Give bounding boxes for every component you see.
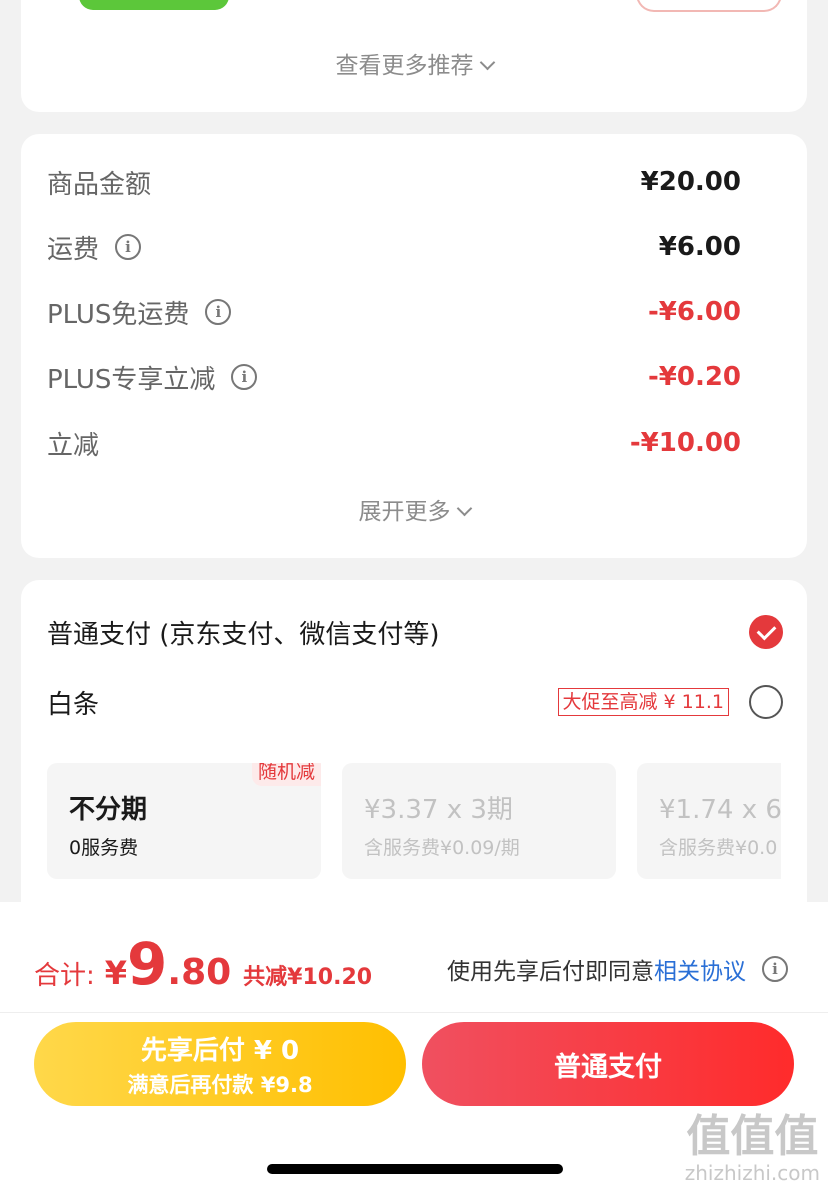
summary-value: ¥6.00 <box>658 232 741 262</box>
installment-plans: 随机减 不分期 0服务费 ¥3.37 x 3期 含服务费¥0.09/期 ¥1.7… <box>47 763 781 881</box>
chevron-down-icon <box>479 54 495 71</box>
total-integer: 9 <box>127 930 168 998</box>
summary-row-shipping: 运费 i ¥6.00 <box>47 227 741 267</box>
summary-label: PLUS免运费 <box>47 299 190 330</box>
total-amount: 合计: ¥ 9 .80 共减¥10.20 <box>34 930 372 998</box>
payment-option-label: 白条 <box>47 689 100 720</box>
normal-pay-button[interactable]: 普通支付 <box>422 1022 794 1106</box>
plan-title: ¥1.74 x 6期 <box>659 795 781 825</box>
payment-option-baitiao[interactable]: 白条 大促至高减 ¥ 11.1 <box>47 680 783 724</box>
total-saved: 共减¥10.20 <box>243 965 373 990</box>
product-price-fragment <box>281 0 441 2</box>
price-summary-card: 商品金额 ¥20.00 运费 i ¥6.00 PLUS免运费 i -¥6.00 PL… <box>21 134 807 558</box>
add-to-cart-button[interactable] <box>636 0 782 12</box>
total-currency: ¥ <box>104 954 128 992</box>
chevron-down-icon <box>456 500 472 517</box>
summary-row-plus-free-shipping: PLUS免运费 i -¥6.00 <box>47 292 741 332</box>
more-recommend-link[interactable]: 查看更多推荐 <box>21 46 807 80</box>
checked-icon[interactable] <box>749 615 783 649</box>
plan-subtitle: 含服务费¥0.09/期 <box>364 837 520 859</box>
plan-badge: 随机减 <box>251 763 321 786</box>
info-icon[interactable]: i <box>205 299 232 325</box>
checkout-bar: 合计: ¥ 9 .80 共减¥10.20 使用先享后付即同意 相关协议 i 先享… <box>0 902 828 1192</box>
home-indicator[interactable] <box>267 1164 563 1174</box>
expand-more-label: 展开更多 <box>358 499 451 525</box>
pay-later-sublabel: 满意后再付款 ¥9.8 <box>127 1073 313 1097</box>
info-icon[interactable]: i <box>231 364 258 390</box>
payment-option-label: 普通支付 (京东支付、微信支付等) <box>47 619 440 650</box>
total-label: 合计: <box>34 961 95 991</box>
watermark: 值值值 zhizhizhi.com <box>684 1111 820 1185</box>
summary-label: PLUS专享立减 <box>47 364 216 395</box>
product-thumbnail[interactable] <box>79 0 229 10</box>
plan-subtitle: 含服务费¥0.0 <box>659 837 778 859</box>
pay-later-label: 先享后付 ¥ 0 <box>140 1036 300 1066</box>
agreement-notice: 使用先享后付即同意 相关协议 i <box>447 952 788 986</box>
recommend-card: 查看更多推荐 <box>21 0 807 112</box>
info-icon[interactable]: i <box>762 956 788 982</box>
summary-value: ¥20.00 <box>640 167 741 197</box>
plan-3-installments[interactable]: ¥3.37 x 3期 含服务费¥0.09/期 <box>342 763 616 879</box>
summary-row-instant-discount: 立减 -¥10.00 <box>47 423 741 463</box>
summary-value: -¥6.00 <box>647 297 741 327</box>
watermark-site: zhizhizhi.com <box>684 1161 820 1185</box>
promo-badge: 大促至高减 ¥ 11.1 <box>557 688 729 716</box>
summary-label: 立减 <box>47 430 100 461</box>
summary-label: 运费 <box>47 234 100 265</box>
plan-subtitle: 0服务费 <box>69 837 139 859</box>
divider <box>0 1012 828 1013</box>
plan-title: 不分期 <box>69 795 148 825</box>
summary-value: -¥0.20 <box>647 362 741 392</box>
pay-later-button[interactable]: 先享后付 ¥ 0 满意后再付款 ¥9.8 <box>34 1022 406 1106</box>
watermark-title: 值值值 <box>686 1111 819 1162</box>
radio-unchecked-icon[interactable] <box>749 685 783 719</box>
plan-no-installment[interactable]: 随机减 不分期 0服务费 <box>47 763 321 879</box>
summary-row-plus-discount: PLUS专享立减 i -¥0.20 <box>47 357 741 397</box>
plan-6-installments[interactable]: ¥1.74 x 6期 含服务费¥0.0 <box>637 763 781 879</box>
info-icon[interactable]: i <box>115 234 142 260</box>
more-recommend-label: 查看更多推荐 <box>335 53 474 79</box>
total-decimal: .80 <box>167 952 232 993</box>
agreement-link[interactable]: 相关协议 <box>654 952 746 986</box>
agreement-text: 使用先享后付即同意 <box>447 959 654 985</box>
expand-more-link[interactable]: 展开更多 <box>21 492 807 526</box>
normal-pay-label: 普通支付 <box>554 1051 662 1083</box>
plan-title: ¥3.37 x 3期 <box>364 795 513 825</box>
summary-row-goods: 商品金额 ¥20.00 <box>47 162 741 202</box>
summary-label: 商品金额 <box>47 169 152 200</box>
payment-option-normal[interactable]: 普通支付 (京东支付、微信支付等) <box>47 610 783 654</box>
summary-value: -¥10.00 <box>629 428 741 458</box>
